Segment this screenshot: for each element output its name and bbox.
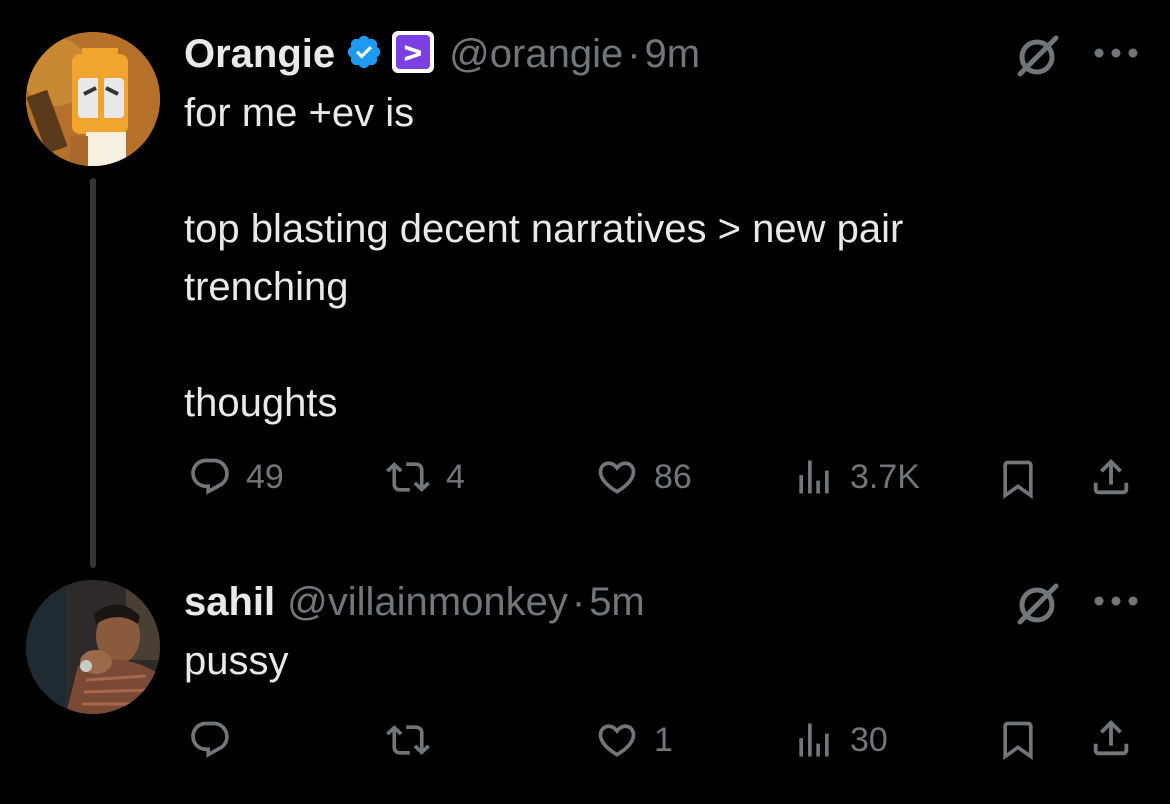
views-count: 3.7K	[850, 457, 920, 496]
reply-count: 49	[246, 457, 284, 496]
separator-dot: ·	[571, 579, 586, 624]
views-button[interactable]: 30	[792, 718, 888, 762]
repost-icon	[386, 725, 430, 755]
bookmark-icon	[1003, 721, 1033, 761]
heart-icon	[598, 461, 636, 494]
views-icon	[799, 460, 829, 494]
reply-icon	[191, 458, 229, 495]
like-button[interactable]: 1	[594, 718, 673, 762]
timestamp[interactable]: 9m	[645, 32, 701, 77]
more-icon[interactable]	[1092, 594, 1140, 608]
reply-icon	[191, 721, 229, 758]
bookmark-button[interactable]	[996, 455, 1040, 503]
handle[interactable]: @villainmonkey	[287, 580, 568, 625]
avatar[interactable]	[26, 580, 160, 714]
tweet-header: sahil @villainmonkey · 5m	[184, 578, 645, 626]
bookmark-icon	[1003, 460, 1033, 500]
tweet-header: Orangie ᐳ @orangie · 9m	[184, 30, 700, 78]
thread-connector-line	[90, 178, 96, 568]
repost-count: 4	[446, 457, 465, 496]
svg-text:ᐳ: ᐳ	[403, 42, 423, 67]
tweet-text: for me +ev is top blasting decent narrat…	[184, 91, 904, 425]
verified-badge-icon[interactable]	[345, 33, 383, 76]
timestamp[interactable]: 5m	[589, 580, 645, 625]
grok-icon[interactable]	[1012, 30, 1062, 80]
share-button[interactable]	[1088, 714, 1134, 762]
more-icon[interactable]	[1092, 46, 1140, 60]
reply-button[interactable]	[188, 718, 246, 762]
share-icon	[1093, 458, 1129, 495]
repost-button[interactable]: 4	[384, 455, 465, 499]
affiliate-badge-icon[interactable]: ᐳ	[391, 30, 435, 79]
heart-icon	[598, 724, 636, 757]
like-count: 1	[654, 720, 673, 759]
views-icon	[799, 723, 829, 757]
repost-icon	[386, 462, 430, 492]
display-name[interactable]: Orangie	[184, 32, 335, 77]
share-button[interactable]	[1088, 453, 1134, 501]
handle[interactable]: @orangie	[449, 32, 623, 77]
views-count: 30	[850, 720, 888, 759]
bookmark-button[interactable]	[996, 716, 1040, 764]
reply-button[interactable]: 49	[188, 455, 284, 499]
like-button[interactable]: 86	[594, 455, 692, 499]
views-button[interactable]: 3.7K	[792, 455, 920, 499]
share-icon	[1093, 719, 1129, 756]
tweet-text: pussy	[184, 639, 289, 683]
separator-dot: ·	[627, 31, 641, 76]
display-name[interactable]: sahil	[184, 580, 275, 625]
repost-button[interactable]	[384, 718, 446, 762]
like-count: 86	[654, 457, 692, 496]
grok-icon[interactable]	[1012, 578, 1062, 628]
avatar[interactable]	[26, 32, 160, 166]
